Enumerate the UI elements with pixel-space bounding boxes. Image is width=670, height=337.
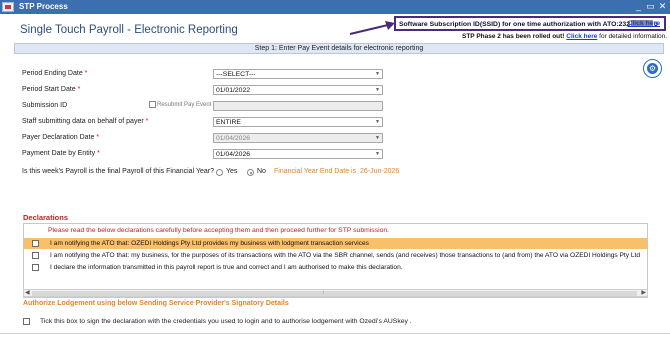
arrow-right-icon [349, 21, 395, 35]
scrollbar-grip-icon: ⁞ [323, 290, 325, 296]
declaration-text: I declare the information transmitted in… [50, 263, 403, 271]
declaration-text: I am notifying the ATO that: OZEDI Holdi… [50, 239, 369, 247]
divider [0, 333, 670, 334]
declaration-checkbox[interactable] [32, 264, 39, 271]
authorize-text: Tick this box to sign the declaration wi… [40, 318, 412, 325]
scrollbar-thumb[interactable] [32, 291, 637, 296]
fy-end-label: Financial Year End Date is [274, 168, 357, 175]
period-ending-date-select[interactable]: ---SELECT--- ▼ [213, 69, 383, 79]
chevron-down-icon: ▼ [375, 135, 380, 141]
payment-date-select[interactable]: 01/04/2026 ▼ [213, 149, 383, 159]
final-payroll-no-radio[interactable] [247, 169, 254, 176]
declarations-note: Please read the below declarations caref… [48, 227, 390, 234]
chevron-down-icon: ▼ [375, 71, 380, 77]
fy-end-date: 26-Jun-2026 [360, 168, 400, 175]
ssid-click-here-link[interactable]: Click here [628, 20, 661, 27]
authorize-title: Authorize Lodgement using below Sending … [23, 300, 289, 307]
resubmit-label: Resubmit Pay Event [157, 102, 212, 108]
scroll-right-icon[interactable]: ▶ [641, 289, 646, 296]
chevron-down-icon: ▼ [375, 87, 380, 93]
rollout-rest-text: for detailed information. [599, 33, 668, 40]
declaration-row: I am notifying the ATO that: OZEDI Holdi… [24, 238, 647, 249]
window-title: STP Process [19, 2, 68, 11]
ssid-banner: Software Subscription ID(SSID) for one t… [394, 16, 666, 31]
scroll-left-icon[interactable]: ◀ [25, 289, 30, 296]
rollout-click-here-link[interactable]: Click here [566, 33, 597, 40]
payment-date-label: Payment Date by Entity * [22, 150, 100, 157]
declarations-title: Declarations [23, 213, 69, 222]
payer-declaration-date-label: Payer Declaration Date * [22, 134, 100, 141]
gear-icon: ⚙ [647, 63, 658, 74]
rollout-notice: STP Phase 2 has been rolled out! Click h… [462, 33, 667, 40]
declaration-text: I am notifying the ATO that: my business… [50, 251, 641, 259]
window-titlebar: STP Process _ ▭ ✕ [0, 0, 670, 14]
close-button[interactable]: ✕ [657, 1, 668, 12]
app-icon [2, 2, 14, 12]
declaration-checkbox[interactable] [32, 240, 39, 247]
final-payroll-question: Is this week's Payroll is the final Payr… [22, 168, 214, 175]
submission-id-input[interactable] [213, 101, 383, 111]
maximize-button[interactable]: ▭ [645, 1, 656, 12]
submission-id-label: Submission ID [22, 102, 68, 109]
chevron-down-icon: ▼ [375, 119, 380, 125]
payer-declaration-date-select: 01/04/2026 ▼ [213, 133, 383, 143]
step-bar: Step 1: Enter Pay Event details for elec… [14, 43, 664, 54]
final-payroll-yes-label: Yes [226, 168, 238, 175]
authorize-checkbox[interactable] [23, 318, 30, 325]
ssid-text: Software Subscription ID(SSID) for one t… [399, 20, 658, 28]
period-start-date-select[interactable]: 01/01/2022 ▼ [213, 85, 383, 95]
minimize-button[interactable]: _ [633, 1, 644, 12]
rollout-text: STP Phase 2 has been rolled out! [462, 33, 565, 40]
ssid-prefix: Software Subscription ID(SSID) for one t… [399, 21, 630, 28]
period-start-date-label: Period Start Date * [22, 86, 81, 93]
settings-button[interactable]: ⚙ [643, 59, 662, 78]
declarations-panel: I am notifying the ATO that: OZEDI Holdi… [23, 223, 648, 298]
page-title: Single Touch Payroll - Electronic Report… [20, 24, 238, 36]
chevron-down-icon: ▼ [375, 151, 380, 157]
declaration-checkbox[interactable] [32, 252, 39, 259]
staff-submitting-label: Staff submitting data on behalf of payer… [22, 118, 149, 125]
resubmit-checkbox[interactable] [149, 101, 156, 108]
declarations-scrollbar[interactable]: ◀ ⁞ ▶ [23, 289, 648, 297]
period-ending-date-label: Period Ending Date * [22, 70, 88, 77]
declaration-row: I am notifying the ATO that: my business… [24, 250, 647, 261]
final-payroll-yes-radio[interactable] [216, 169, 223, 176]
final-payroll-no-label: No [257, 168, 266, 175]
declaration-row: I declare the information transmitted in… [24, 262, 647, 273]
staff-submitting-select[interactable]: ENTIRE ▼ [213, 117, 383, 127]
